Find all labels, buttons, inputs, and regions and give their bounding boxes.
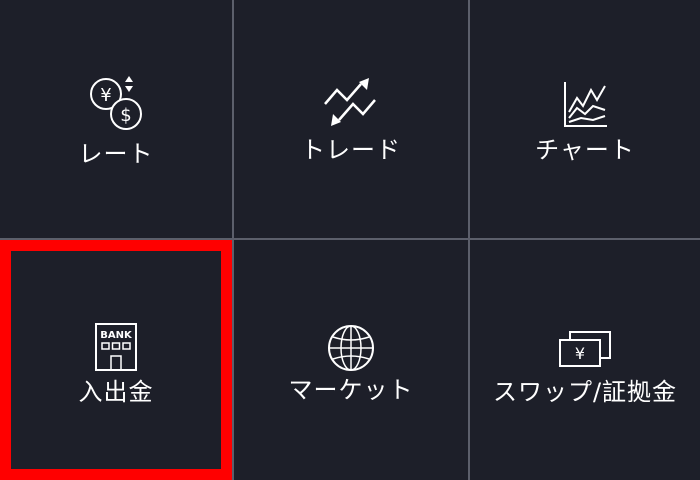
menu-label-rate: レート: [78, 140, 154, 168]
menu-label-market: マーケット: [288, 376, 414, 404]
menu-tile-trade[interactable]: トレード: [234, 0, 468, 238]
line-chart-icon: [564, 82, 607, 127]
menu-label-swap-margin: スワップ/証拠金: [492, 378, 678, 406]
svg-text:$: $: [120, 105, 131, 126]
divider-vertical-right: [468, 0, 470, 480]
menu-label-deposit-withdrawal: 入出金: [78, 378, 154, 406]
menu-tile-rate[interactable]: ¥ $ レート: [0, 0, 232, 238]
divider-vertical-left: [232, 0, 234, 480]
menu-label-trade: トレード: [301, 136, 401, 164]
svg-text:¥: ¥: [100, 85, 111, 106]
globe-icon: [328, 325, 374, 371]
svg-text:¥: ¥: [575, 344, 585, 363]
menu-tile-market[interactable]: マーケット: [234, 240, 468, 480]
menu-label-chart: チャート: [535, 136, 635, 164]
menu-tile-swap-margin[interactable]: ¥ スワップ/証拠金: [470, 240, 700, 480]
currency-exchange-icon: ¥ $: [90, 76, 142, 130]
bank-icon: BANK: [95, 323, 137, 371]
divider-horizontal: [0, 238, 700, 240]
banknote-icon: ¥: [559, 331, 611, 367]
trade-arrows-icon: [324, 78, 376, 126]
menu-tile-deposit-withdrawal[interactable]: BANK 入出金: [0, 240, 232, 480]
menu-grid: ¥ $ レート トレード チャート BANK 入出金 マーケット ¥ スワップ/…: [0, 0, 700, 480]
menu-tile-chart[interactable]: チャート: [470, 0, 700, 238]
svg-text:BANK: BANK: [100, 330, 133, 341]
